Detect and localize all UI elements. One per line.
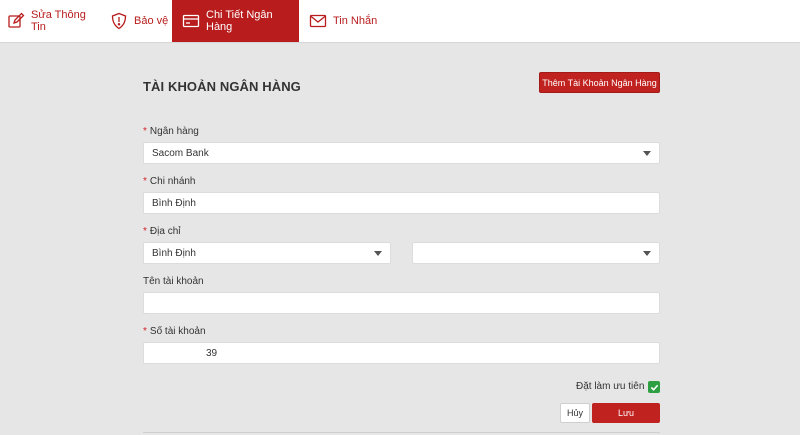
tab-security[interactable]: Bảo vệ xyxy=(110,0,170,42)
account-name-input[interactable] xyxy=(143,292,660,314)
district-select[interactable] xyxy=(412,242,660,264)
cancel-button[interactable]: Hủy xyxy=(560,403,590,423)
shield-icon xyxy=(110,12,128,30)
tab-bank-details[interactable]: Chi Tiết Ngân Hàng xyxy=(172,0,299,42)
mail-icon xyxy=(309,12,327,30)
account-number-value: 39 xyxy=(206,347,218,359)
profile-tab-bar: Sửa Thông Tin Bảo vệ Chi Tiết Ngân Hàng xyxy=(0,0,800,43)
bank-select[interactable]: Sacom Bank xyxy=(143,142,660,164)
tab-edit-info[interactable]: Sửa Thông Tin xyxy=(7,0,97,42)
add-bank-account-button[interactable]: Thêm Tài Khoản Ngân Hàng xyxy=(539,72,660,93)
caret-down-icon xyxy=(643,251,651,256)
tab-label: Sửa Thông Tin xyxy=(31,9,86,33)
priority-label: Đặt làm ưu tiên xyxy=(576,381,645,392)
tab-label: Tin Nhắn xyxy=(333,15,378,27)
divider xyxy=(143,432,660,433)
branch-input-value: Bình Định xyxy=(152,197,196,209)
edit-icon xyxy=(7,12,25,30)
branch-label: * Chi nhánh xyxy=(143,176,196,187)
caret-down-icon xyxy=(643,151,651,156)
account-number-input[interactable]: 39 xyxy=(143,342,660,364)
caret-down-icon xyxy=(374,251,382,256)
bank-label: * Ngân hàng xyxy=(143,126,199,137)
required-marker: * xyxy=(143,226,147,237)
required-marker: * xyxy=(143,326,147,337)
address-label: * Địa chỉ xyxy=(143,226,181,237)
bank-card-icon xyxy=(182,12,200,30)
province-select-value: Bình Định xyxy=(152,247,196,259)
bank-select-value: Sacom Bank xyxy=(152,147,209,159)
tab-label: Bảo vệ xyxy=(134,15,169,27)
account-name-label: Tên tài khoản xyxy=(143,276,204,287)
tab-messages[interactable]: Tin Nhắn xyxy=(309,0,379,42)
bank-account-panel xyxy=(0,43,800,435)
province-select[interactable]: Bình Định xyxy=(143,242,391,264)
tab-label: Chi Tiết Ngân Hàng xyxy=(206,9,273,33)
priority-checkbox[interactable] xyxy=(648,381,660,393)
required-marker: * xyxy=(143,126,147,137)
save-button[interactable]: Lưu xyxy=(592,403,660,423)
branch-input[interactable]: Bình Định xyxy=(143,192,660,214)
check-icon xyxy=(650,384,658,391)
required-marker: * xyxy=(143,176,147,187)
account-number-label: * Số tài khoản xyxy=(143,326,206,337)
section-title: TÀI KHOẢN NGÂN HÀNG xyxy=(143,79,301,94)
